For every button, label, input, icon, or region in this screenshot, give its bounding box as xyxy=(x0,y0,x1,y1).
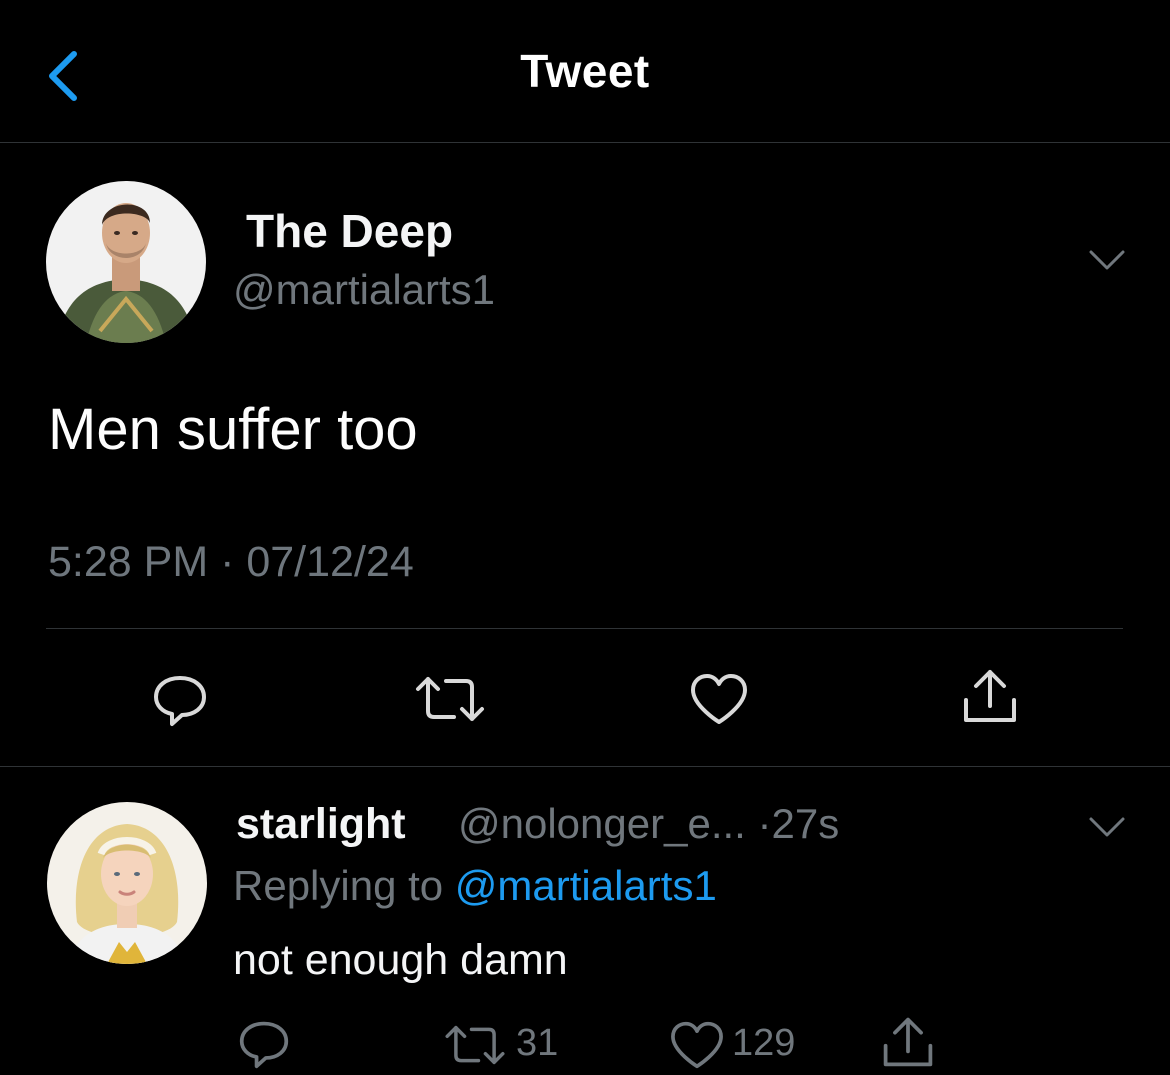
like-icon xyxy=(671,1021,723,1069)
chevron-down-icon xyxy=(1089,817,1125,837)
reply-author-display-name[interactable]: starlight xyxy=(236,800,406,849)
reply-icon xyxy=(239,1021,289,1069)
author-display-name[interactable]: The Deep xyxy=(246,204,453,258)
reply-button[interactable] xyxy=(150,672,210,733)
share-icon xyxy=(883,1017,933,1067)
page-title: Tweet xyxy=(520,45,650,97)
reply-age: ·27s xyxy=(757,800,840,847)
reply-reply-button[interactable] xyxy=(236,1018,292,1075)
share-icon xyxy=(964,670,1016,722)
tweet-text: Men suffer too xyxy=(48,397,418,462)
share-button[interactable] xyxy=(958,666,1022,731)
reply-like-count: 129 xyxy=(732,1022,796,1064)
section-divider xyxy=(0,766,1170,767)
reply-options-button[interactable] xyxy=(1087,814,1127,840)
replying-to-label: Replying to xyxy=(233,862,444,909)
reply-retweet-count: 31 xyxy=(516,1022,559,1064)
reply-avatar[interactable] xyxy=(47,802,207,964)
retweet-icon xyxy=(416,677,484,721)
reply-author-handle[interactable]: @nolonger_e... ·27s xyxy=(458,800,839,848)
tweet-options-button[interactable] xyxy=(1087,246,1127,274)
like-icon xyxy=(691,674,747,724)
reply-text: not enough damn xyxy=(233,936,568,984)
reply-handle-text[interactable]: @nolonger_e... xyxy=(458,800,746,847)
chevron-down-icon xyxy=(1089,250,1125,270)
reply-share-button[interactable] xyxy=(878,1014,938,1075)
replying-to-line: Replying to @martialarts1 xyxy=(233,862,717,910)
avatar-image xyxy=(47,802,207,964)
tweet-timestamp[interactable]: 5:28 PM · 07/12/24 xyxy=(48,538,414,587)
avatar-image xyxy=(46,181,206,343)
divider xyxy=(46,628,1123,629)
top-nav-bar: Tweet xyxy=(0,0,1170,143)
author-handle[interactable]: @martialarts1 xyxy=(233,266,495,314)
reply-icon xyxy=(154,676,206,726)
like-button[interactable] xyxy=(688,672,750,731)
retweet-icon xyxy=(445,1025,505,1065)
reply-like-button[interactable] xyxy=(668,1020,726,1075)
reply-retweet-button[interactable] xyxy=(442,1024,508,1071)
replying-to-mention[interactable]: @martialarts1 xyxy=(455,862,717,909)
retweet-button[interactable] xyxy=(412,675,488,728)
avatar[interactable] xyxy=(46,181,206,343)
